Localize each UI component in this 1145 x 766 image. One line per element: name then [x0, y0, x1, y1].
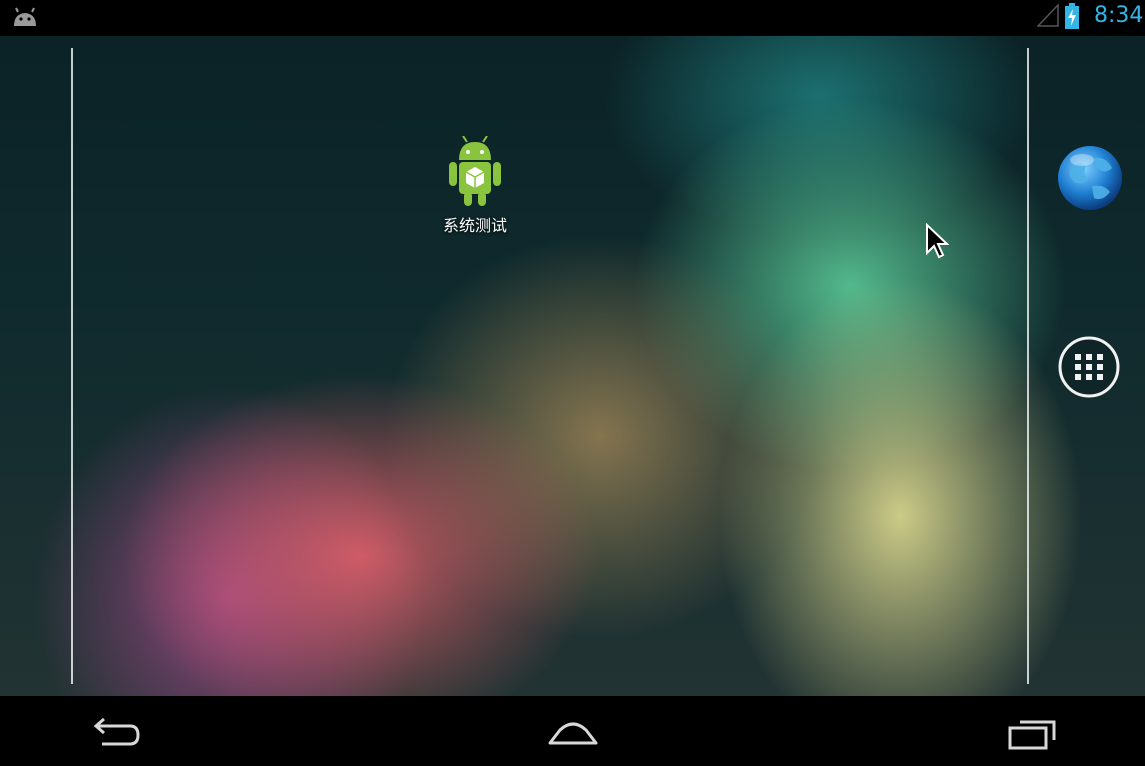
- page-edge-left: [71, 48, 73, 684]
- android-app-icon: [449, 136, 501, 206]
- android-screen: 8:34 系统测试: [0, 0, 1145, 766]
- home-icon[interactable]: [538, 710, 608, 754]
- signal-empty-icon: [1037, 3, 1059, 27]
- browser-globe-icon[interactable]: [1056, 140, 1124, 218]
- app-shortcut-system-test[interactable]: 系统测试: [420, 136, 530, 246]
- mouse-pointer-icon: [926, 223, 949, 259]
- battery-charging-icon: [1065, 3, 1079, 29]
- all-apps-icon[interactable]: [1057, 330, 1121, 404]
- back-icon[interactable]: [80, 710, 150, 754]
- app-shortcut-label: 系统测试: [442, 216, 507, 235]
- status-bar: 8:34: [0, 0, 1145, 36]
- page-edge-right: [1027, 48, 1029, 684]
- home-workspace[interactable]: 系统测试: [0, 36, 1145, 696]
- status-clock: 8:34: [1094, 3, 1144, 28]
- recents-icon[interactable]: [1000, 710, 1070, 754]
- navigation-bar: [0, 696, 1145, 766]
- android-debug-icon: [14, 7, 36, 26]
